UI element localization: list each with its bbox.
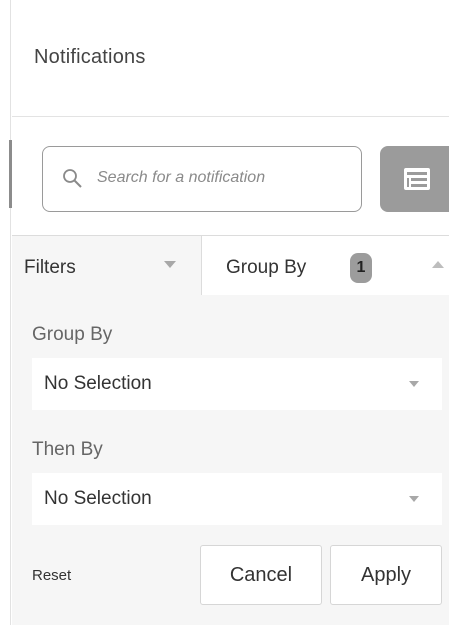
then-by-select[interactable]: No Selection [32, 473, 442, 525]
group-by-section: Group By No Selection Then By No Selecti… [12, 295, 449, 625]
reset-link[interactable]: Reset [32, 567, 71, 584]
panel-divider [10, 0, 11, 625]
search-input[interactable]: Search for a notification [42, 146, 362, 212]
page-title: Notifications [34, 46, 146, 68]
group-by-select[interactable]: No Selection [32, 358, 442, 410]
chevron-down-icon [409, 496, 419, 502]
panel-resize-handle[interactable] [9, 140, 12, 208]
group-count-badge: 1 [350, 253, 372, 283]
chevron-down-icon [409, 381, 419, 387]
group-by-value: No Selection [44, 373, 152, 394]
group-list-icon [402, 164, 432, 199]
filter-tabs: Filters Group By 1 [12, 235, 449, 296]
panel-header: Notifications [12, 0, 449, 117]
tab-group-by-label: Group By [226, 257, 307, 278]
chevron-up-icon [432, 261, 444, 268]
cancel-button[interactable]: Cancel [200, 545, 322, 605]
group-by-label: Group By [32, 324, 113, 345]
then-by-value: No Selection [44, 488, 152, 509]
tab-group-by[interactable]: Group By 1 [202, 236, 449, 296]
group-by-toggle-button[interactable] [380, 146, 449, 212]
apply-button[interactable]: Apply [330, 545, 442, 605]
search-placeholder: Search for a notification [97, 169, 266, 186]
notifications-panel: Notifications Search for a notification … [0, 0, 449, 625]
tab-filters-label: Filters [24, 257, 76, 278]
search-icon [61, 167, 85, 191]
tab-filters[interactable]: Filters [12, 236, 202, 296]
then-by-label: Then By [32, 439, 103, 460]
chevron-down-icon [164, 261, 176, 268]
